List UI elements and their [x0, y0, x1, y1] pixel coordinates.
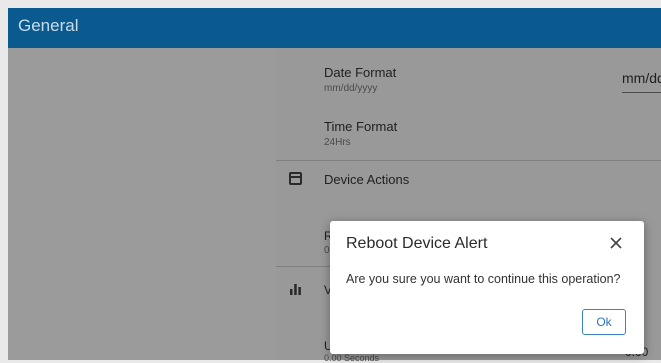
left-pane — [8, 48, 276, 360]
update-item-sub: 0.00 Seconds — [324, 353, 380, 363]
date-format-input[interactable]: mm/dd — [622, 70, 661, 93]
section-divider — [276, 160, 661, 161]
page-title: General — [18, 16, 79, 35]
dialog-message: Are you sure you want to continue this o… — [346, 272, 621, 286]
time-format-title: Time Format — [324, 119, 398, 134]
app-header: General — [8, 8, 661, 48]
device-icon — [289, 172, 302, 190]
section-divider-2 — [276, 266, 330, 267]
time-format-value: 24Hrs — [324, 137, 351, 148]
dialog-title: Reboot Device Alert — [346, 235, 488, 252]
reboot-alert-dialog: Reboot Device Alert Are you sure you wan… — [330, 221, 644, 354]
ok-button[interactable]: Ok — [582, 309, 626, 335]
device-actions-title: Device Actions — [324, 172, 410, 187]
date-format-title: Date Format — [324, 65, 397, 80]
close-icon[interactable] — [606, 233, 626, 253]
reboot-item-sub: 0 — [324, 245, 330, 256]
bar-chart-icon — [289, 282, 302, 300]
date-format-value: mm/dd/yyyy — [324, 83, 378, 94]
